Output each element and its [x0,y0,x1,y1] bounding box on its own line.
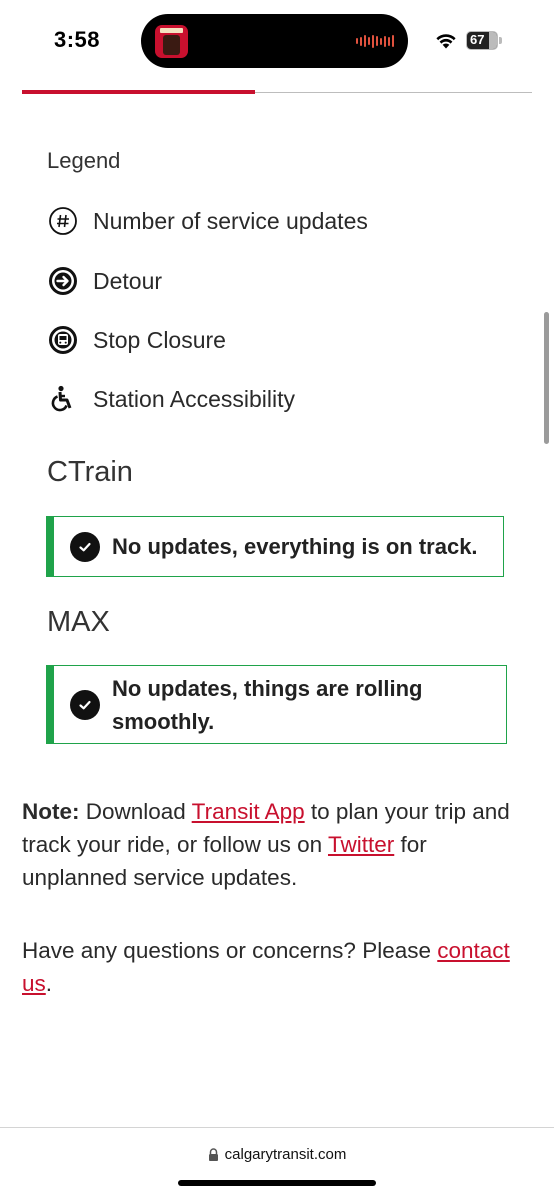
battery-indicator: 67 [466,31,502,50]
ctrain-status-box: No updates, everything is on track. [46,516,504,577]
questions-text: Have any questions or concerns? Please [22,938,438,963]
max-status-box: No updates, things are rolling smoothly. [46,665,507,744]
twitter-link[interactable]: Twitter [328,832,394,857]
dynamic-island[interactable] [141,14,408,68]
url-text[interactable]: calgarytransit.com [225,1146,347,1163]
battery-icon: 67 [466,31,498,50]
hash-icon [47,205,79,237]
note-text: Download [79,799,192,824]
browser-url-bar[interactable]: calgarytransit.com [0,1141,554,1167]
legend-label: Stop Closure [93,326,226,353]
scrollbar[interactable] [544,312,549,444]
legend-label: Number of service updates [93,207,368,234]
tab-bar[interactable] [22,90,532,94]
check-circle-icon [70,689,100,720]
legend-item-stop-closure: Stop Closure [47,324,226,356]
ctrain-title: CTrain [47,456,133,488]
legend-label: Detour [93,267,163,294]
now-playing-artwork[interactable] [155,25,188,58]
questions-paragraph: Have any questions or concerns? Please c… [22,934,532,1000]
home-indicator[interactable] [178,1180,376,1186]
status-time: 3:58 [54,27,101,52]
wifi-icon [436,34,456,49]
check-circle-icon [70,531,100,562]
note-label: Note: [22,799,80,824]
legend-label: Station Accessibility [93,385,295,412]
lock-icon [208,1147,219,1161]
transit-app-link[interactable]: Transit App [192,799,305,824]
detour-icon [47,265,79,297]
ctrain-status-message: No updates, everything is on track. [112,534,478,559]
battery-level: 67 [470,32,485,47]
legend-title: Legend [47,148,121,173]
wheelchair-icon [47,383,79,415]
bus-stop-icon [47,324,79,356]
active-tab-indicator[interactable] [22,90,255,94]
battery-tip [499,37,502,44]
questions-period: . [45,971,53,996]
audio-waveform-icon [356,34,394,48]
max-title: MAX [47,606,110,638]
legend-item-detour: Detour [47,265,162,297]
note-paragraph: Note: Download Transit App to plan your … [22,795,532,894]
legend-item-service-updates: Number of service updates [47,205,368,237]
max-status-message: No updates, things are rolling smoothly. [112,675,423,734]
status-bar: 3:58 67 [0,0,554,80]
bottom-divider [0,1127,554,1128]
legend-item-station-accessibility: Station Accessibility [47,383,295,415]
